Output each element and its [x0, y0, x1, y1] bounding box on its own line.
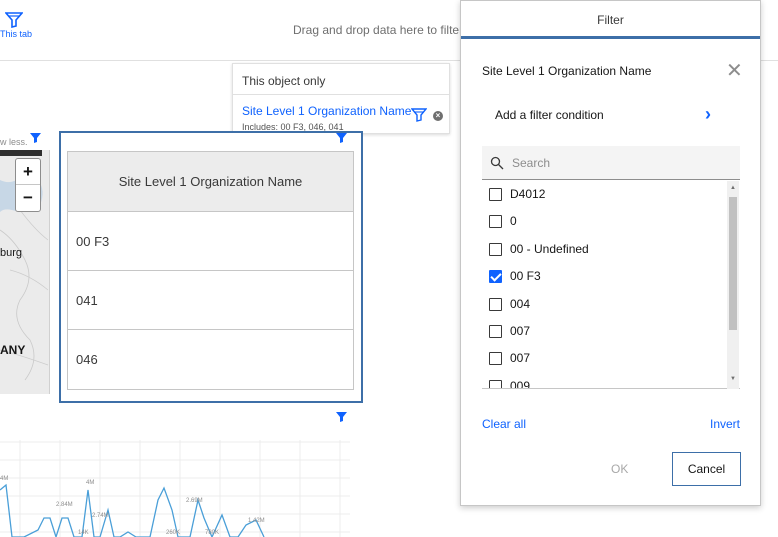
- cancel-button[interactable]: Cancel: [672, 452, 741, 486]
- chart-series-line: [0, 483, 265, 537]
- map-zoom-control: + −: [15, 158, 41, 212]
- checkbox[interactable]: [489, 352, 502, 366]
- filter-option[interactable]: D4012: [482, 181, 740, 208]
- chart-data-label: 2.74M: [92, 513, 109, 519]
- filter-option-label: D4012: [510, 187, 546, 201]
- search-field[interactable]: [482, 146, 740, 180]
- filter-panel-title: Filter: [461, 1, 760, 39]
- line-chart[interactable]: 4M 4M 2.84M 2.74M 2.69M 1.42M 14K 260K 7…: [0, 440, 350, 537]
- remove-filter-icon[interactable]: ×: [433, 111, 443, 121]
- popover-title: This object only: [233, 64, 449, 95]
- chart-data-label: 4M: [0, 476, 8, 482]
- scroll-up-icon[interactable]: ▲: [730, 185, 736, 191]
- table-row[interactable]: 041: [68, 271, 353, 330]
- filter-option-label: 004: [510, 296, 531, 311]
- checkbox[interactable]: [489, 297, 502, 311]
- ok-button[interactable]: OK: [611, 462, 628, 476]
- filter-option[interactable]: 007: [482, 318, 740, 345]
- map-city-label: burg: [0, 247, 23, 259]
- data-table: Site Level 1 Organization Name 00 F3 041…: [67, 151, 354, 390]
- this-tab-label: This tab: [0, 29, 33, 39]
- popover-filter-name[interactable]: Site Level 1 Organization Name: [242, 104, 411, 118]
- chart-data-label: 2.84M: [56, 502, 73, 508]
- filter-icon[interactable]: [336, 412, 347, 422]
- filter-option-label: 007: [510, 323, 531, 338]
- filter-value-list: D4012 0 00 - Undefined 00 F3 004 007 007 009: [482, 181, 740, 389]
- checkbox[interactable]: [489, 242, 502, 256]
- filter-option-label: 0: [510, 214, 517, 229]
- add-filter-condition[interactable]: Add a filter condition: [495, 108, 604, 122]
- search-icon: [490, 156, 504, 170]
- filter-icon[interactable]: [30, 133, 41, 143]
- filter-icon[interactable]: [411, 108, 427, 122]
- filter-option[interactable]: 009: [482, 373, 740, 389]
- filter-option-label: 00 - Undefined: [510, 241, 589, 256]
- object-filter-popover: This object only Site Level 1 Organizati…: [232, 63, 450, 134]
- chart-data-label: 1.42M: [248, 518, 265, 524]
- chart-data-label: 260K: [166, 530, 180, 536]
- filter-option-label: 007: [510, 351, 531, 366]
- chart-data-label: 4M: [86, 480, 94, 486]
- table-row[interactable]: 046: [68, 330, 353, 389]
- filter-option[interactable]: 00 F3: [482, 263, 740, 290]
- filter-option[interactable]: 0: [482, 208, 740, 235]
- filter-icon: [5, 12, 23, 28]
- filter-option[interactable]: 00 - Undefined: [482, 236, 740, 263]
- close-icon[interactable]: ✕: [726, 61, 743, 81]
- chart-data-label: 2.69M: [186, 498, 203, 504]
- checkbox[interactable]: [489, 270, 502, 284]
- filter-option-label: 009: [510, 378, 531, 389]
- chevron-right-icon[interactable]: ›: [705, 105, 711, 123]
- chart-data-label: 14K: [78, 530, 89, 536]
- checkbox[interactable]: [489, 188, 502, 201]
- search-input[interactable]: [510, 146, 730, 179]
- zoom-in-button[interactable]: +: [16, 159, 40, 185]
- table-row[interactable]: 00 F3: [68, 212, 353, 271]
- this-tab-filter-button[interactable]: This tab: [0, 12, 40, 39]
- clear-all-link[interactable]: Clear all: [482, 417, 526, 431]
- drag-drop-hint: Drag and drop data here to filter: [293, 23, 464, 37]
- checkbox[interactable]: [489, 215, 502, 229]
- checkbox[interactable]: [489, 324, 502, 338]
- filter-panel: Filter Site Level 1 Organization Name ✕ …: [460, 0, 761, 506]
- scrollbar[interactable]: ▲ ▼: [727, 181, 739, 389]
- show-less-link[interactable]: w less.: [0, 137, 28, 147]
- filter-option[interactable]: 004: [482, 291, 740, 318]
- table-header[interactable]: Site Level 1 Organization Name: [68, 152, 353, 212]
- filter-field-name: Site Level 1 Organization Name: [482, 64, 652, 78]
- filter-icon[interactable]: [336, 133, 347, 143]
- scrollbar-thumb[interactable]: [729, 197, 737, 330]
- invert-link[interactable]: Invert: [710, 417, 740, 431]
- checkbox[interactable]: [489, 379, 502, 388]
- filter-option-label: 00 F3: [510, 269, 541, 284]
- filter-option[interactable]: 007: [482, 345, 740, 372]
- zoom-out-button[interactable]: −: [16, 185, 40, 211]
- chart-data-label: 780K: [205, 530, 219, 536]
- scroll-down-icon[interactable]: ▼: [730, 376, 736, 382]
- map-country-label: ANY: [0, 343, 26, 357]
